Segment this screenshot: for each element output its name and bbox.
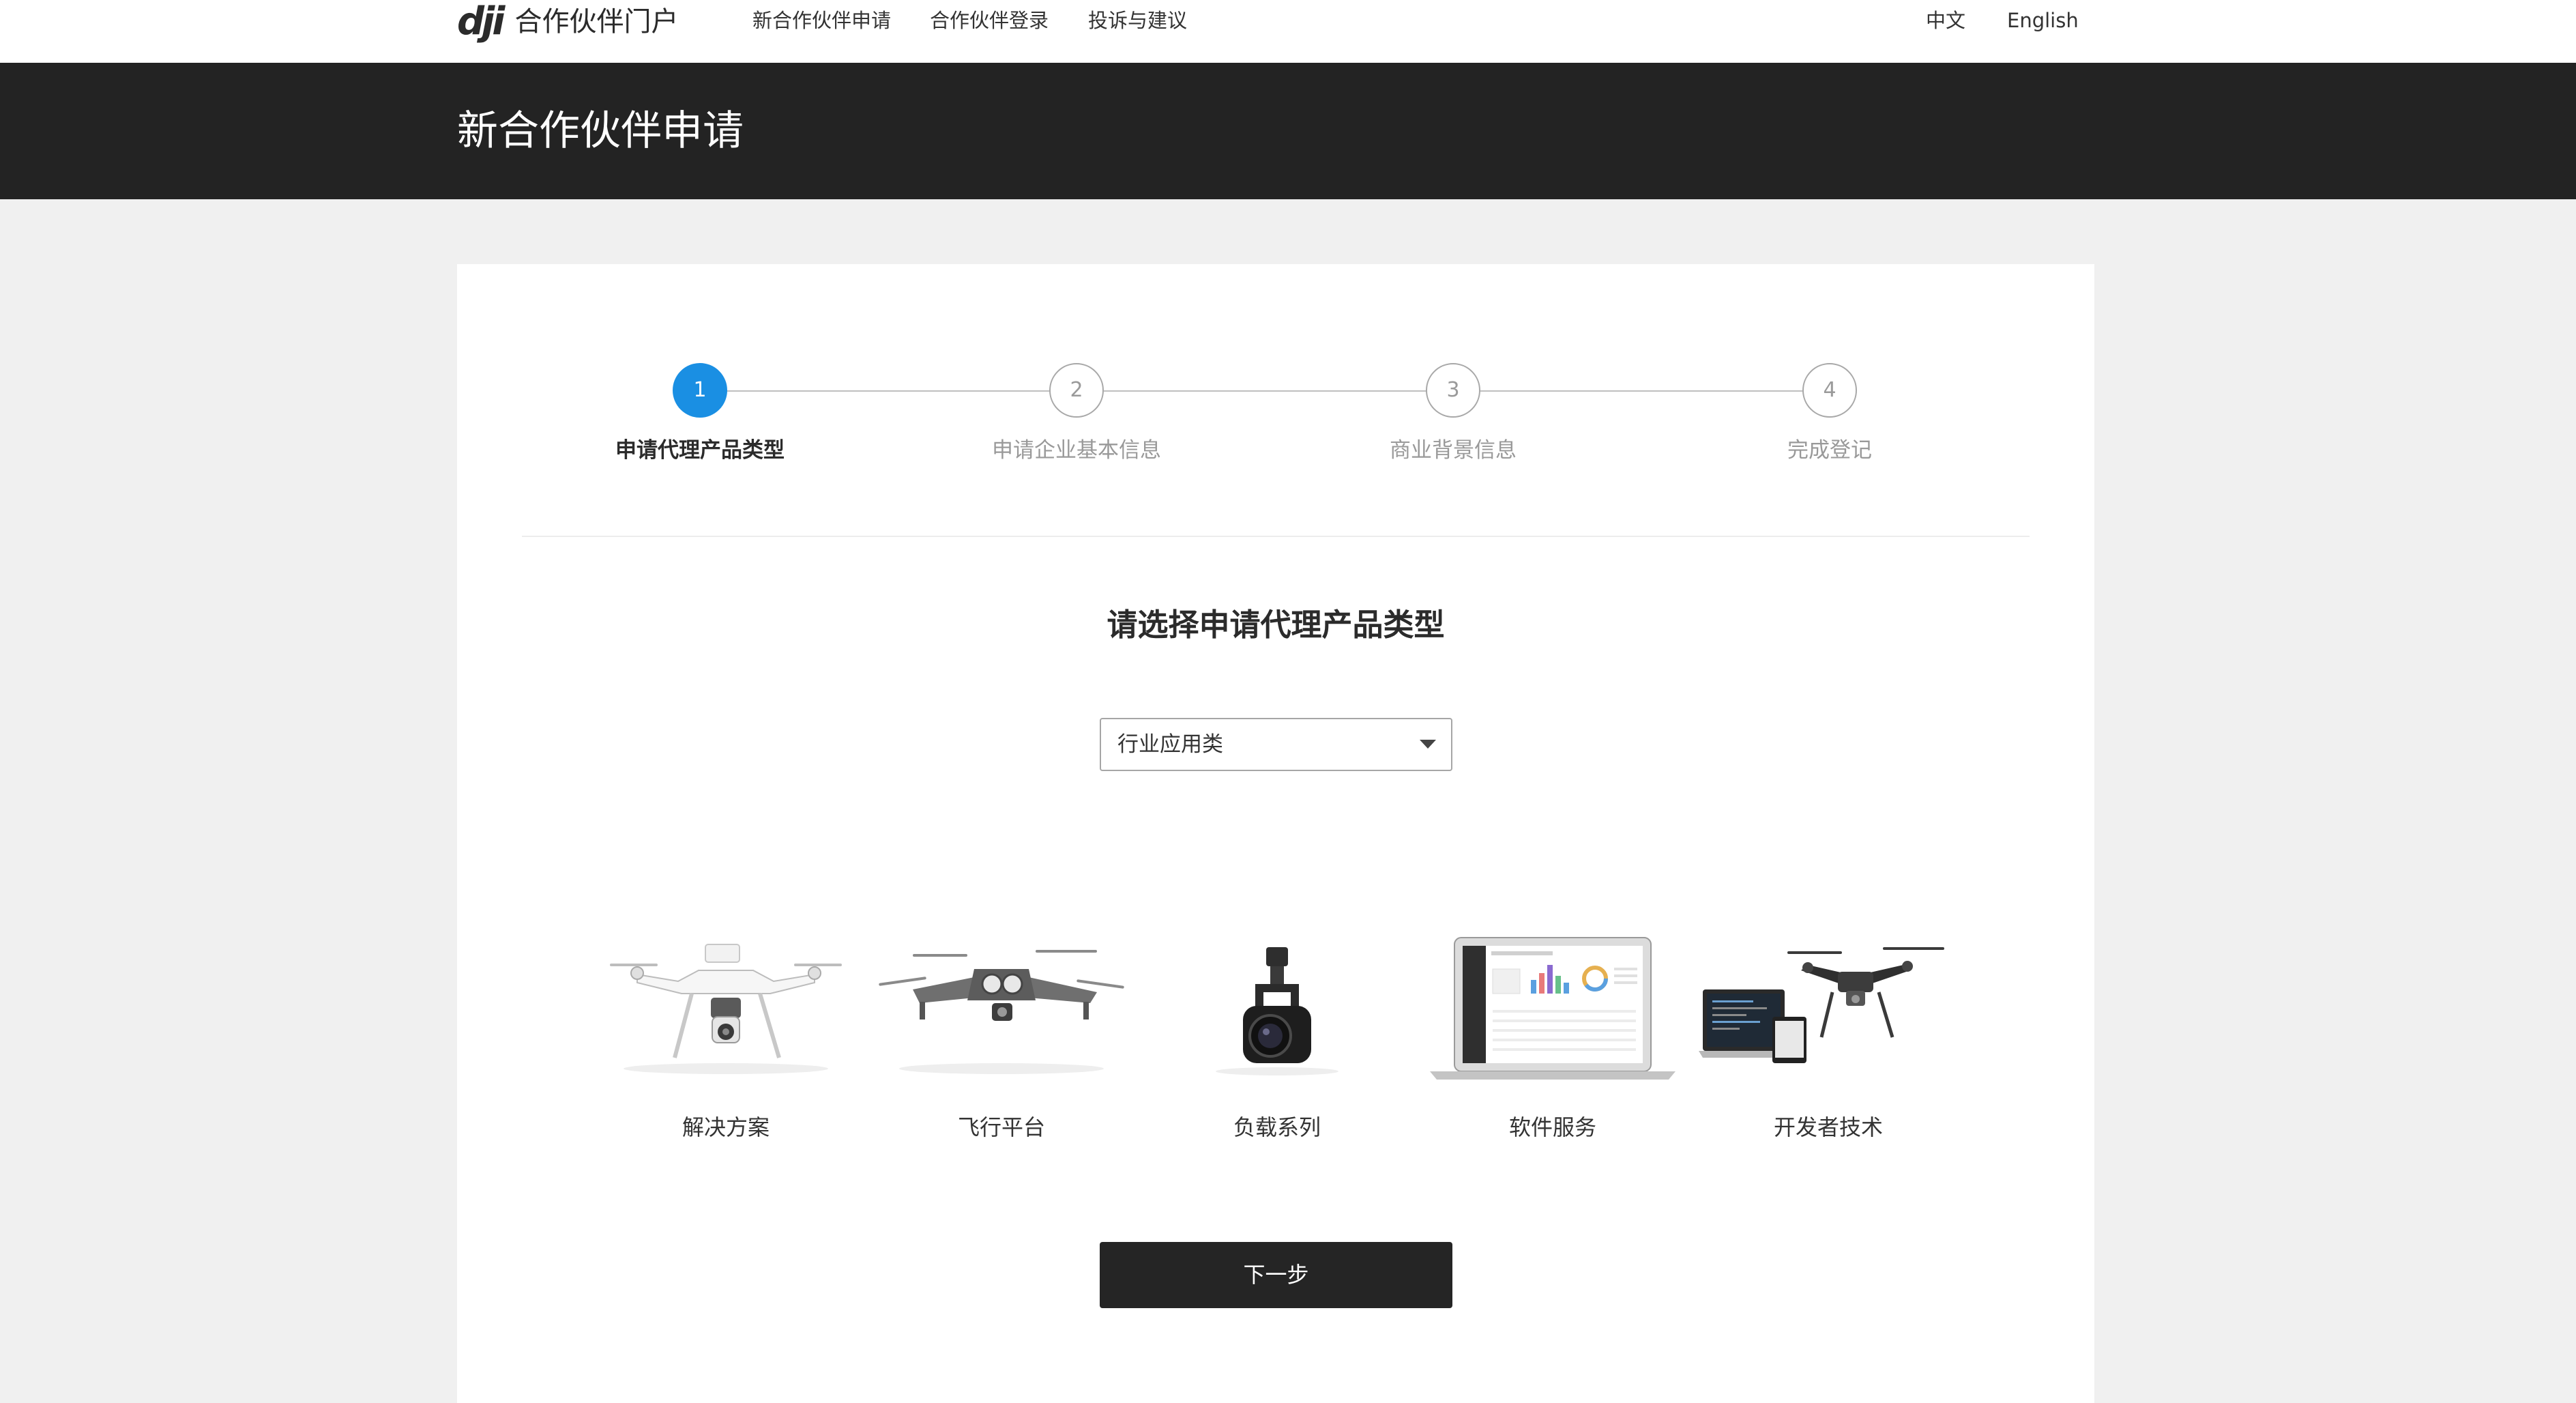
step-2-label: 申请企业基本信息 [992, 438, 1161, 463]
nav-partner-login[interactable]: 合作伙伴登录 [930, 7, 1049, 34]
next-step-button[interactable]: 下一步 [1100, 1242, 1452, 1308]
product-label-payloads: 负载系列 [1233, 1114, 1321, 1140]
portal-name: 合作伙伴门户 [514, 6, 679, 38]
step-1-label: 申请代理产品类型 [615, 438, 785, 463]
laptop-dashboard-icon [1430, 937, 1675, 1080]
top-navigation-bar: dji 合作伙伴门户 新合作伙伴申请 合作伙伴登录 投诉与建议 中文 Engli… [0, 0, 2576, 63]
drone-camera-icon [610, 944, 842, 1074]
product-label-flight-platform: 飞行平台 [957, 1114, 1045, 1140]
step-connector [1103, 390, 1426, 392]
product-developer-technology[interactable] [1699, 935, 1958, 1085]
lang-english[interactable]: English [2007, 7, 2079, 34]
dji-logo-icon: dji [457, 0, 506, 44]
step-3-indicator: 3 [1426, 363, 1480, 418]
step-2-indicator: 2 [1049, 363, 1104, 418]
step-connector [1480, 390, 1803, 392]
drone-with-laptop-icon [1699, 947, 1944, 1063]
product-software-services[interactable] [1423, 935, 1682, 1085]
product-payloads[interactable] [1147, 935, 1407, 1085]
step-3-label: 商业背景信息 [1390, 438, 1517, 463]
step-1-indicator: 1 [673, 363, 727, 418]
foldable-drone-icon [879, 950, 1124, 1074]
section-divider [522, 536, 2030, 537]
gimbal-camera-icon [1216, 947, 1338, 1075]
brand-logo[interactable]: dji 合作伙伴门户 [457, 1, 678, 42]
product-label-solutions: 解决方案 [682, 1114, 770, 1140]
product-solutions[interactable] [596, 935, 855, 1085]
step-connector [727, 390, 1050, 392]
section-heading: 请选择申请代理产品类型 [1107, 607, 1445, 643]
nav-new-partner-application[interactable]: 新合作伙伴申请 [752, 7, 891, 34]
page-title: 新合作伙伴申请 [457, 107, 744, 155]
step-4-indicator: 4 [1802, 363, 1857, 418]
nav-complaints-suggestions[interactable]: 投诉与建议 [1088, 7, 1187, 34]
step-4-label: 完成登记 [1787, 438, 1872, 463]
lang-chinese[interactable]: 中文 [1926, 7, 1965, 34]
product-type-select[interactable]: 行业应用类 [1100, 718, 1452, 771]
chevron-down-icon [1420, 740, 1436, 749]
page-header-band [0, 63, 2576, 199]
product-flight-platform[interactable] [872, 935, 1131, 1085]
select-value: 行业应用类 [1117, 732, 1223, 757]
product-label-software-services: 软件服务 [1508, 1114, 1596, 1140]
product-label-developer-technology: 开发者技术 [1773, 1114, 1883, 1140]
